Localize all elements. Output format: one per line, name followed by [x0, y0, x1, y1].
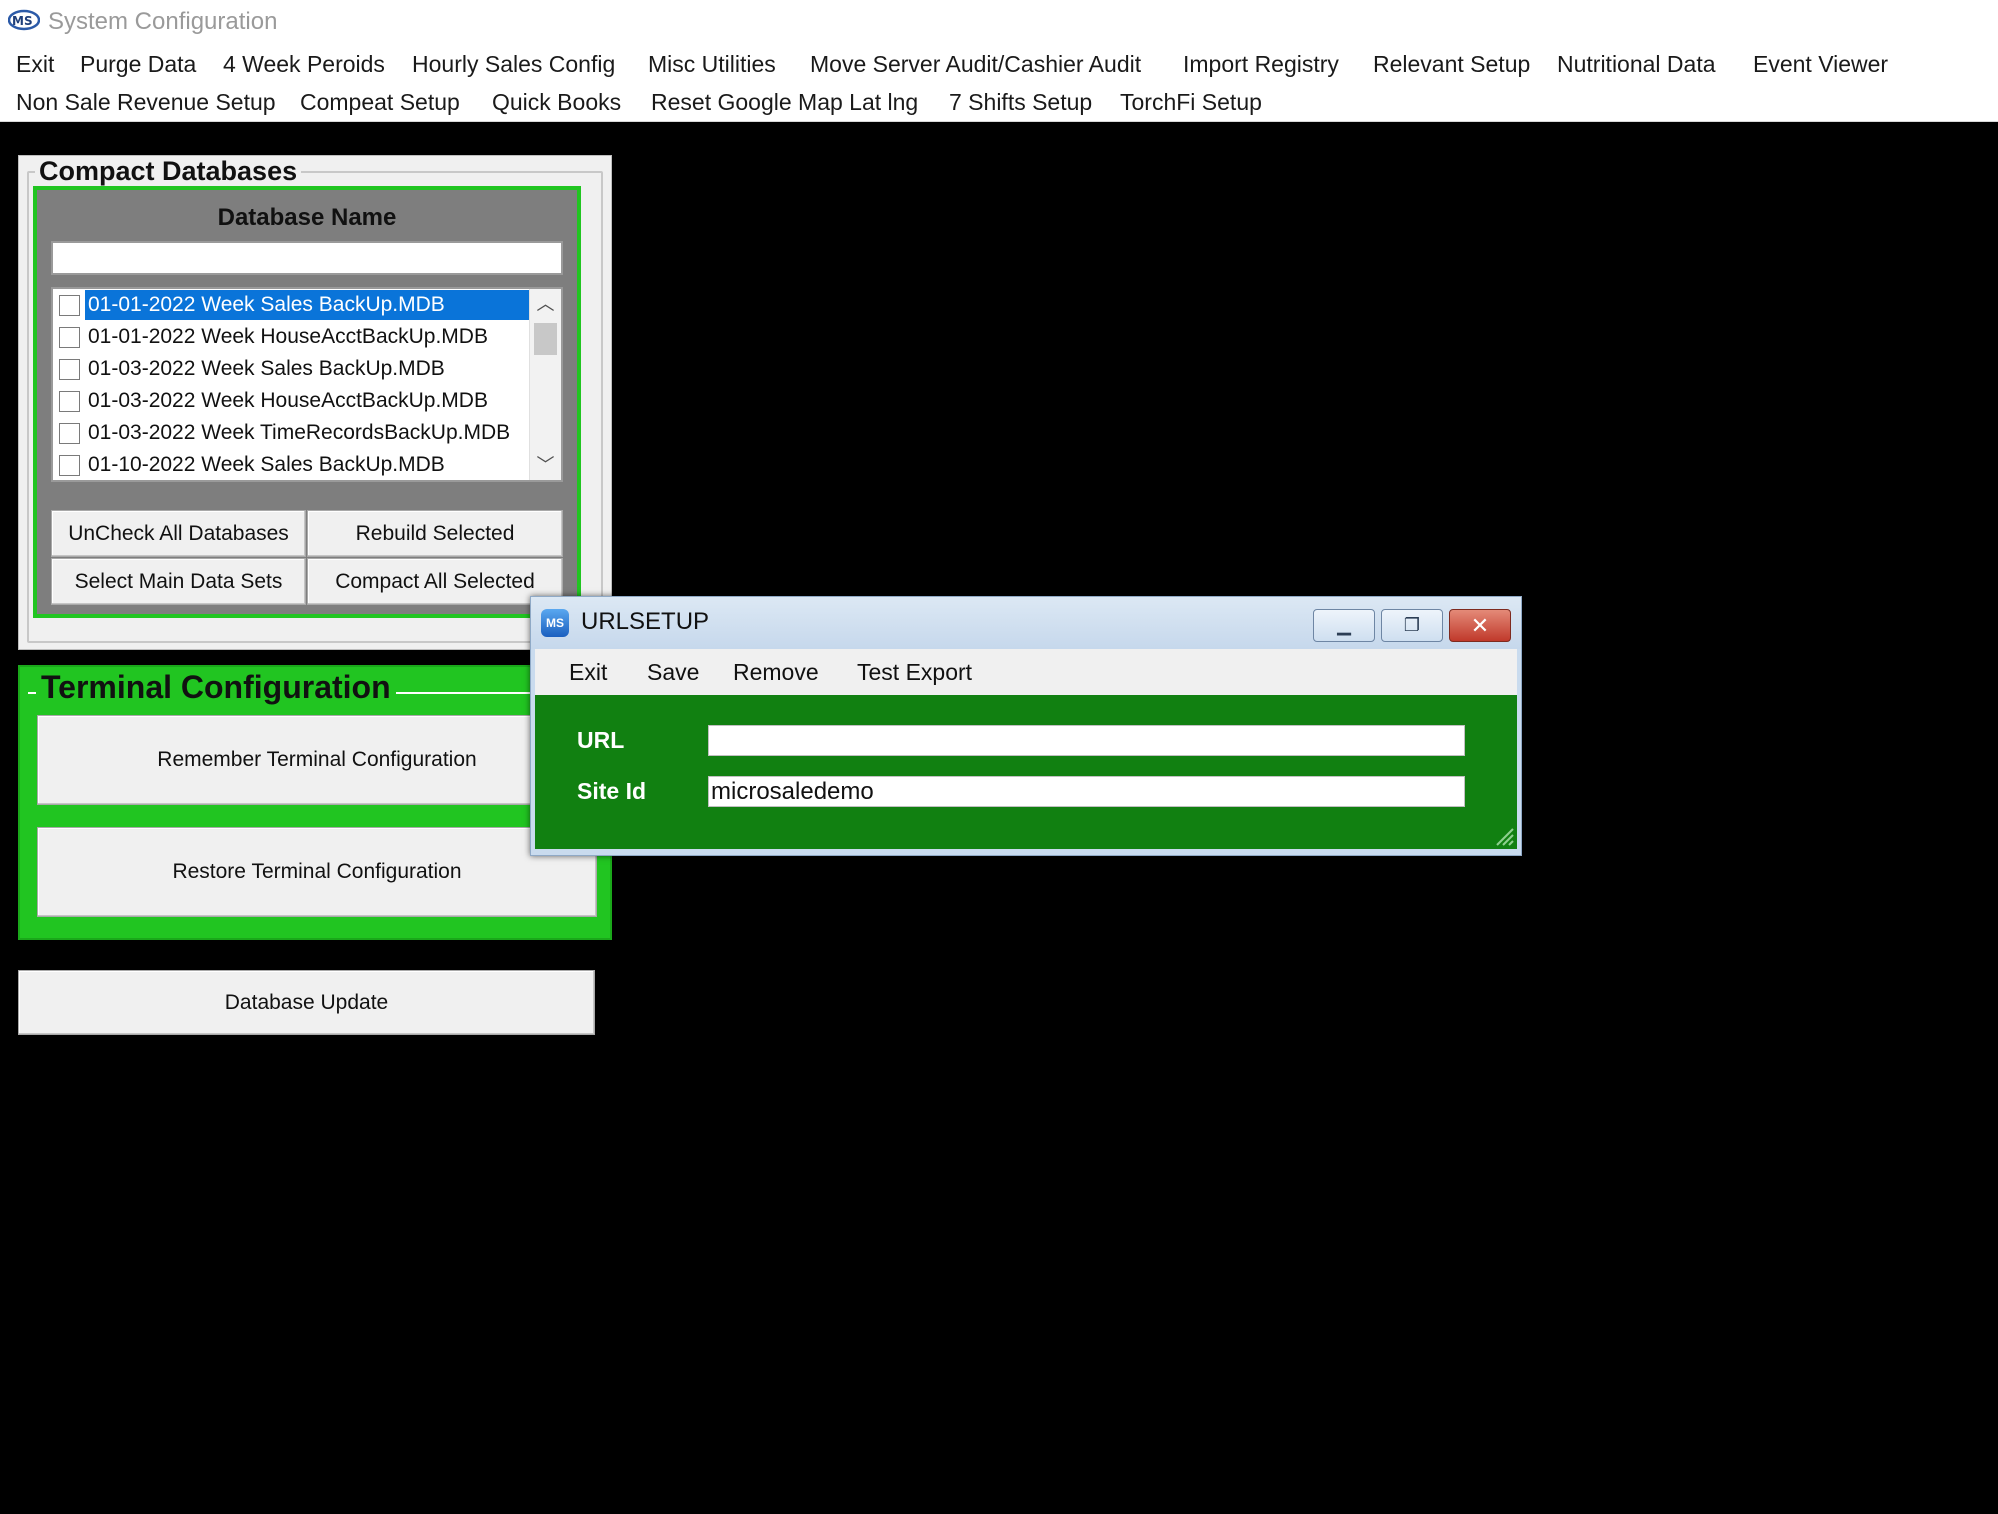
urlsetup-dialog: MS URLSETUP ▁ ❐ ✕ Exit Save Remove Test … — [530, 596, 1522, 856]
dialog-menu-save[interactable]: Save — [647, 649, 699, 695]
menu-relevant-setup[interactable]: Relevant Setup — [1373, 45, 1530, 83]
compact-all-selected-button[interactable]: Compact All Selected — [307, 558, 563, 605]
database-list-item[interactable]: 01-01-2022 Week HouseAcctBackUp.MDB — [53, 321, 531, 353]
database-list-item[interactable]: 01-10-2022 Week Sales BackUp.MDB — [53, 449, 531, 480]
database-name-input[interactable] — [51, 241, 563, 275]
site-id-label: Site Id — [577, 778, 647, 804]
database-name-label: Database Name — [217, 204, 397, 231]
scrollbar-thumb[interactable] — [534, 323, 557, 355]
dialog-titlebar[interactable]: MS URLSETUP ▁ ❐ ✕ — [531, 597, 1521, 649]
menu-import-registry[interactable]: Import Registry — [1183, 45, 1339, 83]
scroll-up-icon[interactable]: ︿ — [530, 289, 561, 319]
database-item-label: 01-03-2022 Week TimeRecordsBackUp.MDB — [88, 421, 511, 444]
menu-event-viewer[interactable]: Event Viewer — [1753, 45, 1888, 83]
database-item-label: 01-01-2022 Week HouseAcctBackUp.MDB — [88, 325, 488, 348]
compact-databases-panel: Compact Databases Database Name 01-01-20… — [18, 155, 612, 650]
main-menubar: Exit Purge Data 4 Week Peroids Hourly Sa… — [0, 44, 1998, 122]
menu-compeat-setup[interactable]: Compeat Setup — [300, 83, 460, 121]
dialog-title: URLSETUP — [581, 608, 710, 635]
remember-terminal-configuration-button[interactable]: Remember Terminal Configuration — [37, 715, 597, 805]
url-label: URL — [577, 727, 625, 753]
minimize-icon[interactable]: ▁ — [1313, 609, 1375, 642]
database-list-item[interactable]: 01-01-2022 Week Sales BackUp.MDB — [53, 289, 531, 321]
dialog-body: URL Site Id microsaledemo — [535, 695, 1517, 849]
terminal-configuration-title: Terminal Configuration — [36, 667, 396, 707]
database-item-label: 01-03-2022 Week HouseAcctBackUp.MDB — [88, 389, 488, 412]
uncheck-all-databases-button[interactable]: UnCheck All Databases — [51, 510, 306, 557]
restore-terminal-configuration-button[interactable]: Restore Terminal Configuration — [37, 827, 597, 917]
compact-databases-title: Compact Databases — [35, 156, 302, 186]
window-title: System Configuration — [48, 8, 278, 35]
database-list-scrollbar[interactable]: ︿ ﹀ — [529, 289, 561, 480]
database-list-item[interactable]: 01-03-2022 Week HouseAcctBackUp.MDB — [53, 385, 531, 417]
app-logo-icon: MS — [541, 609, 569, 637]
database-item-label: 01-10-2022 Week Sales BackUp.MDB — [88, 453, 445, 476]
scroll-down-icon[interactable]: ﹀ — [530, 450, 561, 480]
app-logo-icon: MS — [8, 9, 40, 31]
menu-7-shifts-setup[interactable]: 7 Shifts Setup — [949, 83, 1092, 121]
compact-databases-content: Database Name 01-01-2022 Week Sales Back… — [33, 186, 581, 618]
menu-hourly-sales-config[interactable]: Hourly Sales Config — [412, 45, 615, 83]
menu-move-server-audit[interactable]: Move Server Audit/Cashier Audit — [810, 45, 1141, 83]
site-id-input[interactable]: microsaledemo — [708, 776, 1465, 807]
database-checkbox[interactable] — [59, 391, 80, 412]
menu-torchfi-setup[interactable]: TorchFi Setup — [1120, 83, 1262, 121]
window-titlebar: MS System Configuration — [0, 0, 1998, 44]
rebuild-selected-button[interactable]: Rebuild Selected — [307, 510, 563, 557]
menu-purge-data[interactable]: Purge Data — [80, 45, 196, 83]
menu-4-week-periods[interactable]: 4 Week Peroids — [223, 45, 385, 83]
database-item-label: 01-01-2022 Week Sales BackUp.MDB — [85, 290, 530, 320]
database-list-item[interactable]: 01-03-2022 Week Sales BackUp.MDB — [53, 353, 531, 385]
database-checkbox[interactable] — [59, 423, 80, 444]
menu-nutritional-data[interactable]: Nutritional Data — [1557, 45, 1716, 83]
resize-grip-icon[interactable] — [1491, 823, 1515, 847]
database-list-item[interactable]: 01-03-2022 Week TimeRecordsBackUp.MDB — [53, 417, 531, 449]
menu-quick-books[interactable]: Quick Books — [492, 83, 621, 121]
menu-misc-utilities[interactable]: Misc Utilities — [648, 45, 776, 83]
menu-exit[interactable]: Exit — [16, 45, 54, 83]
database-checkbox[interactable] — [59, 455, 80, 476]
database-checkbox[interactable] — [59, 359, 80, 380]
terminal-configuration-panel: Terminal Configuration Remember Terminal… — [18, 665, 612, 940]
database-list[interactable]: 01-01-2022 Week Sales BackUp.MDB 01-01-2… — [51, 287, 563, 482]
close-icon[interactable]: ✕ — [1449, 609, 1511, 642]
select-main-data-sets-button[interactable]: Select Main Data Sets — [51, 558, 306, 605]
dialog-menu-test-export[interactable]: Test Export — [857, 649, 972, 695]
maximize-icon[interactable]: ❐ — [1381, 609, 1443, 642]
svg-text:MS: MS — [12, 14, 33, 28]
dialog-menu-remove[interactable]: Remove — [733, 649, 819, 695]
menu-reset-google-map[interactable]: Reset Google Map Lat lng — [651, 83, 918, 121]
url-input[interactable] — [708, 725, 1465, 756]
menu-non-sale-revenue-setup[interactable]: Non Sale Revenue Setup — [16, 83, 276, 121]
database-item-label: 01-03-2022 Week Sales BackUp.MDB — [88, 357, 445, 380]
dialog-menu-exit[interactable]: Exit — [569, 649, 607, 695]
dialog-menubar: Exit Save Remove Test Export — [535, 649, 1517, 695]
database-checkbox[interactable] — [59, 295, 80, 316]
database-checkbox[interactable] — [59, 327, 80, 348]
database-update-button[interactable]: Database Update — [18, 970, 595, 1035]
